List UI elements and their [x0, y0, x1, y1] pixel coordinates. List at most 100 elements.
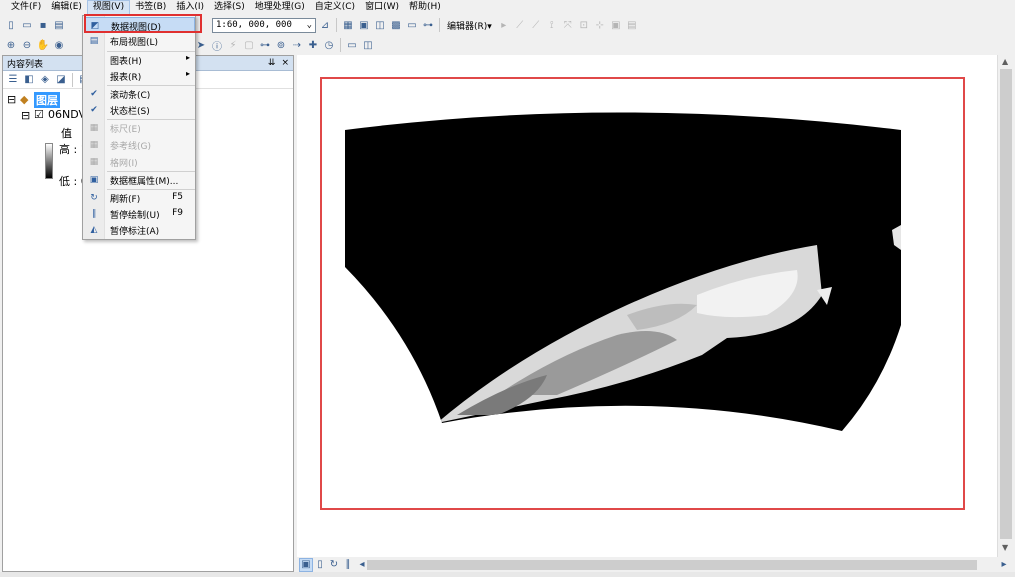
menu-item-label: 状态栏(S) [110, 107, 150, 117]
menu-item-label: 标尺(E) [110, 125, 141, 135]
zoom-out-icon[interactable]: ⊖ [20, 38, 34, 52]
separator [72, 72, 73, 87]
menu-item-pause-drawing[interactable]: ∥ 暂停绘制(U) F9 [84, 206, 195, 222]
rotate-icon: ⊡ [579, 19, 588, 31]
layout-view-icon: ▤ [89, 36, 99, 46]
guides-icon: ▦ [89, 140, 99, 150]
cut-polygon-icon: ⊹ [595, 19, 604, 31]
layers-folder-icon: ◆ [20, 93, 29, 106]
layer-visibility-checkbox[interactable]: ☑ [34, 108, 44, 121]
menu-item-refresh[interactable]: ↻ 刷新(F) F5 [84, 190, 195, 206]
separator [340, 38, 341, 52]
menu-item-label: 参考线(G) [110, 142, 151, 152]
refresh-view-icon[interactable]: ↻ [327, 558, 341, 572]
menu-view[interactable]: 视图(V) [86, 0, 131, 15]
menu-item-rulers: ▦ 标尺(E) [84, 120, 195, 136]
attributes-icon: ▣ [611, 19, 621, 31]
map-horizontal-bar: ▣ ▯ ↻ ∥ ◂ ▸ [297, 557, 1015, 572]
separator [336, 18, 337, 32]
editor-menu[interactable]: 编辑器(R)▾ [444, 19, 495, 32]
checkmark-icon: ✔ [90, 105, 98, 115]
viewer-window-icon[interactable]: ▭ [345, 38, 359, 52]
menu-selection[interactable]: 选择(S) [209, 0, 250, 15]
menu-item-scrollbars[interactable]: ✔ 滚动条(C) [84, 86, 195, 102]
search-window-icon[interactable]: ◫ [373, 18, 387, 32]
menu-item-data-frame-properties[interactable]: ▣ 数据框属性(M)... [84, 172, 195, 188]
vertical-scroll-thumb[interactable] [1000, 69, 1012, 539]
pause-drawing-icon: ∥ [91, 209, 97, 219]
pan-icon[interactable]: ✋ [36, 38, 50, 52]
scroll-down-icon[interactable]: ▼ [1002, 543, 1008, 552]
menu-file[interactable]: 文件(F) [6, 0, 46, 15]
sketch-properties-icon: ▤ [627, 19, 637, 31]
map-display[interactable] [297, 55, 997, 557]
refresh-icon: ↻ [90, 193, 98, 203]
menu-help[interactable]: 帮助(H) [404, 0, 446, 15]
arctoolbox-icon[interactable]: ▩ [389, 18, 403, 32]
pin-icon[interactable]: ⇊ [268, 58, 276, 68]
identify-icon[interactable]: ⓘ [210, 38, 224, 53]
measure-icon[interactable]: ⊶ [258, 38, 272, 52]
map-scale-value: 1:60, 000, 000 [216, 20, 292, 30]
scroll-right-icon[interactable]: ▸ [997, 558, 1011, 572]
list-by-selection-icon[interactable]: ◪ [54, 73, 68, 87]
model-builder-icon[interactable]: ⊶ [421, 18, 435, 32]
find-route-icon[interactable]: ⇢ [290, 38, 304, 52]
map-scale-combo[interactable]: 1:60, 000, 000 ⌄ [212, 17, 316, 33]
menu-item-graphs[interactable]: 图表(H) ▸ [84, 52, 195, 68]
menu-insert[interactable]: 插入(I) [171, 0, 209, 15]
collapse-layers-icon[interactable]: ⊟ [7, 93, 16, 106]
scroll-up-icon[interactable]: ▲ [1002, 57, 1008, 66]
magnifier-icon[interactable]: ◫ [361, 38, 375, 52]
pause-drawing-toggle-icon[interactable]: ∥ [341, 558, 355, 572]
menu-item-label: 图表(H) [110, 57, 142, 67]
menu-item-label: 滚动条(C) [110, 91, 151, 101]
list-by-drawing-order-icon[interactable]: ☰ [6, 73, 20, 87]
chevron-down-icon: ⌄ [306, 20, 312, 30]
menu-item-pause-labeling[interactable]: ◭ 暂停标注(A) [84, 222, 195, 238]
data-frame-properties-icon: ▣ [89, 175, 99, 185]
menu-item-grid: ▦ 格网(I) [84, 154, 195, 170]
menu-item-layout-view[interactable]: ▤ 布局视图(L) [84, 33, 195, 49]
menu-item-reports[interactable]: 报表(R) ▸ [84, 68, 195, 84]
list-by-visibility-icon[interactable]: ◈ [38, 73, 52, 87]
data-frame-layers[interactable]: 图层 [34, 92, 60, 108]
separator [439, 18, 440, 32]
zoom-in-icon[interactable]: ⊕ [4, 38, 18, 52]
new-document-icon[interactable]: ▯ [4, 18, 18, 32]
horizontal-scroll-thumb[interactable] [367, 560, 977, 570]
open-icon[interactable]: ▭ [20, 18, 34, 32]
catalog-icon[interactable]: ▣ [357, 18, 371, 32]
find-icon[interactable]: ⊚ [274, 38, 288, 52]
toc-title: 内容列表 [7, 59, 44, 70]
time-slider-icon[interactable]: ◷ [322, 38, 336, 52]
full-extent-icon[interactable]: ◉ [52, 38, 66, 52]
menu-item-label: 报表(R) [110, 73, 142, 83]
python-window-icon[interactable]: ▭ [405, 18, 419, 32]
menu-item-status-bar[interactable]: ✔ 状态栏(S) [84, 102, 195, 118]
legend-value-label: 值 [61, 127, 72, 140]
print-icon[interactable]: ▤ [52, 18, 66, 32]
submenu-arrow-icon: ▸ [185, 53, 190, 62]
table-of-contents-icon[interactable]: ▦ [341, 18, 355, 32]
legend-color-ramp [45, 143, 53, 179]
editor-toolbar-icon[interactable]: ⊿ [318, 18, 332, 32]
close-icon[interactable]: × [281, 58, 289, 68]
menu-bookmarks[interactable]: 书签(B) [130, 0, 171, 15]
menu-edit[interactable]: 编辑(E) [46, 0, 87, 15]
list-by-source-icon[interactable]: ◧ [22, 73, 36, 87]
select-elements-icon[interactable]: ➤ [194, 38, 208, 52]
data-view-toggle-icon[interactable]: ▣ [299, 557, 313, 572]
layout-view-toggle-icon[interactable]: ▯ [313, 558, 327, 572]
save-icon[interactable]: ▪ [36, 18, 50, 32]
menu-item-guides: ▦ 参考线(G) [84, 137, 195, 153]
menu-item-label: 刷新(F) [110, 195, 141, 205]
menu-geoprocessing[interactable]: 地理处理(G) [250, 0, 310, 15]
collapse-layer-icon[interactable]: ⊟ [21, 109, 30, 122]
go-to-xy-icon[interactable]: ✚ [306, 38, 320, 52]
menu-customize[interactable]: 自定义(C) [310, 0, 360, 15]
menu-windows[interactable]: 窗口(W) [360, 0, 404, 15]
status-bar [0, 572, 1015, 577]
sketch-tool-icon: ⟋ [516, 19, 524, 31]
map-vertical-scrollbar[interactable]: ▲ ▼ [997, 55, 1013, 557]
